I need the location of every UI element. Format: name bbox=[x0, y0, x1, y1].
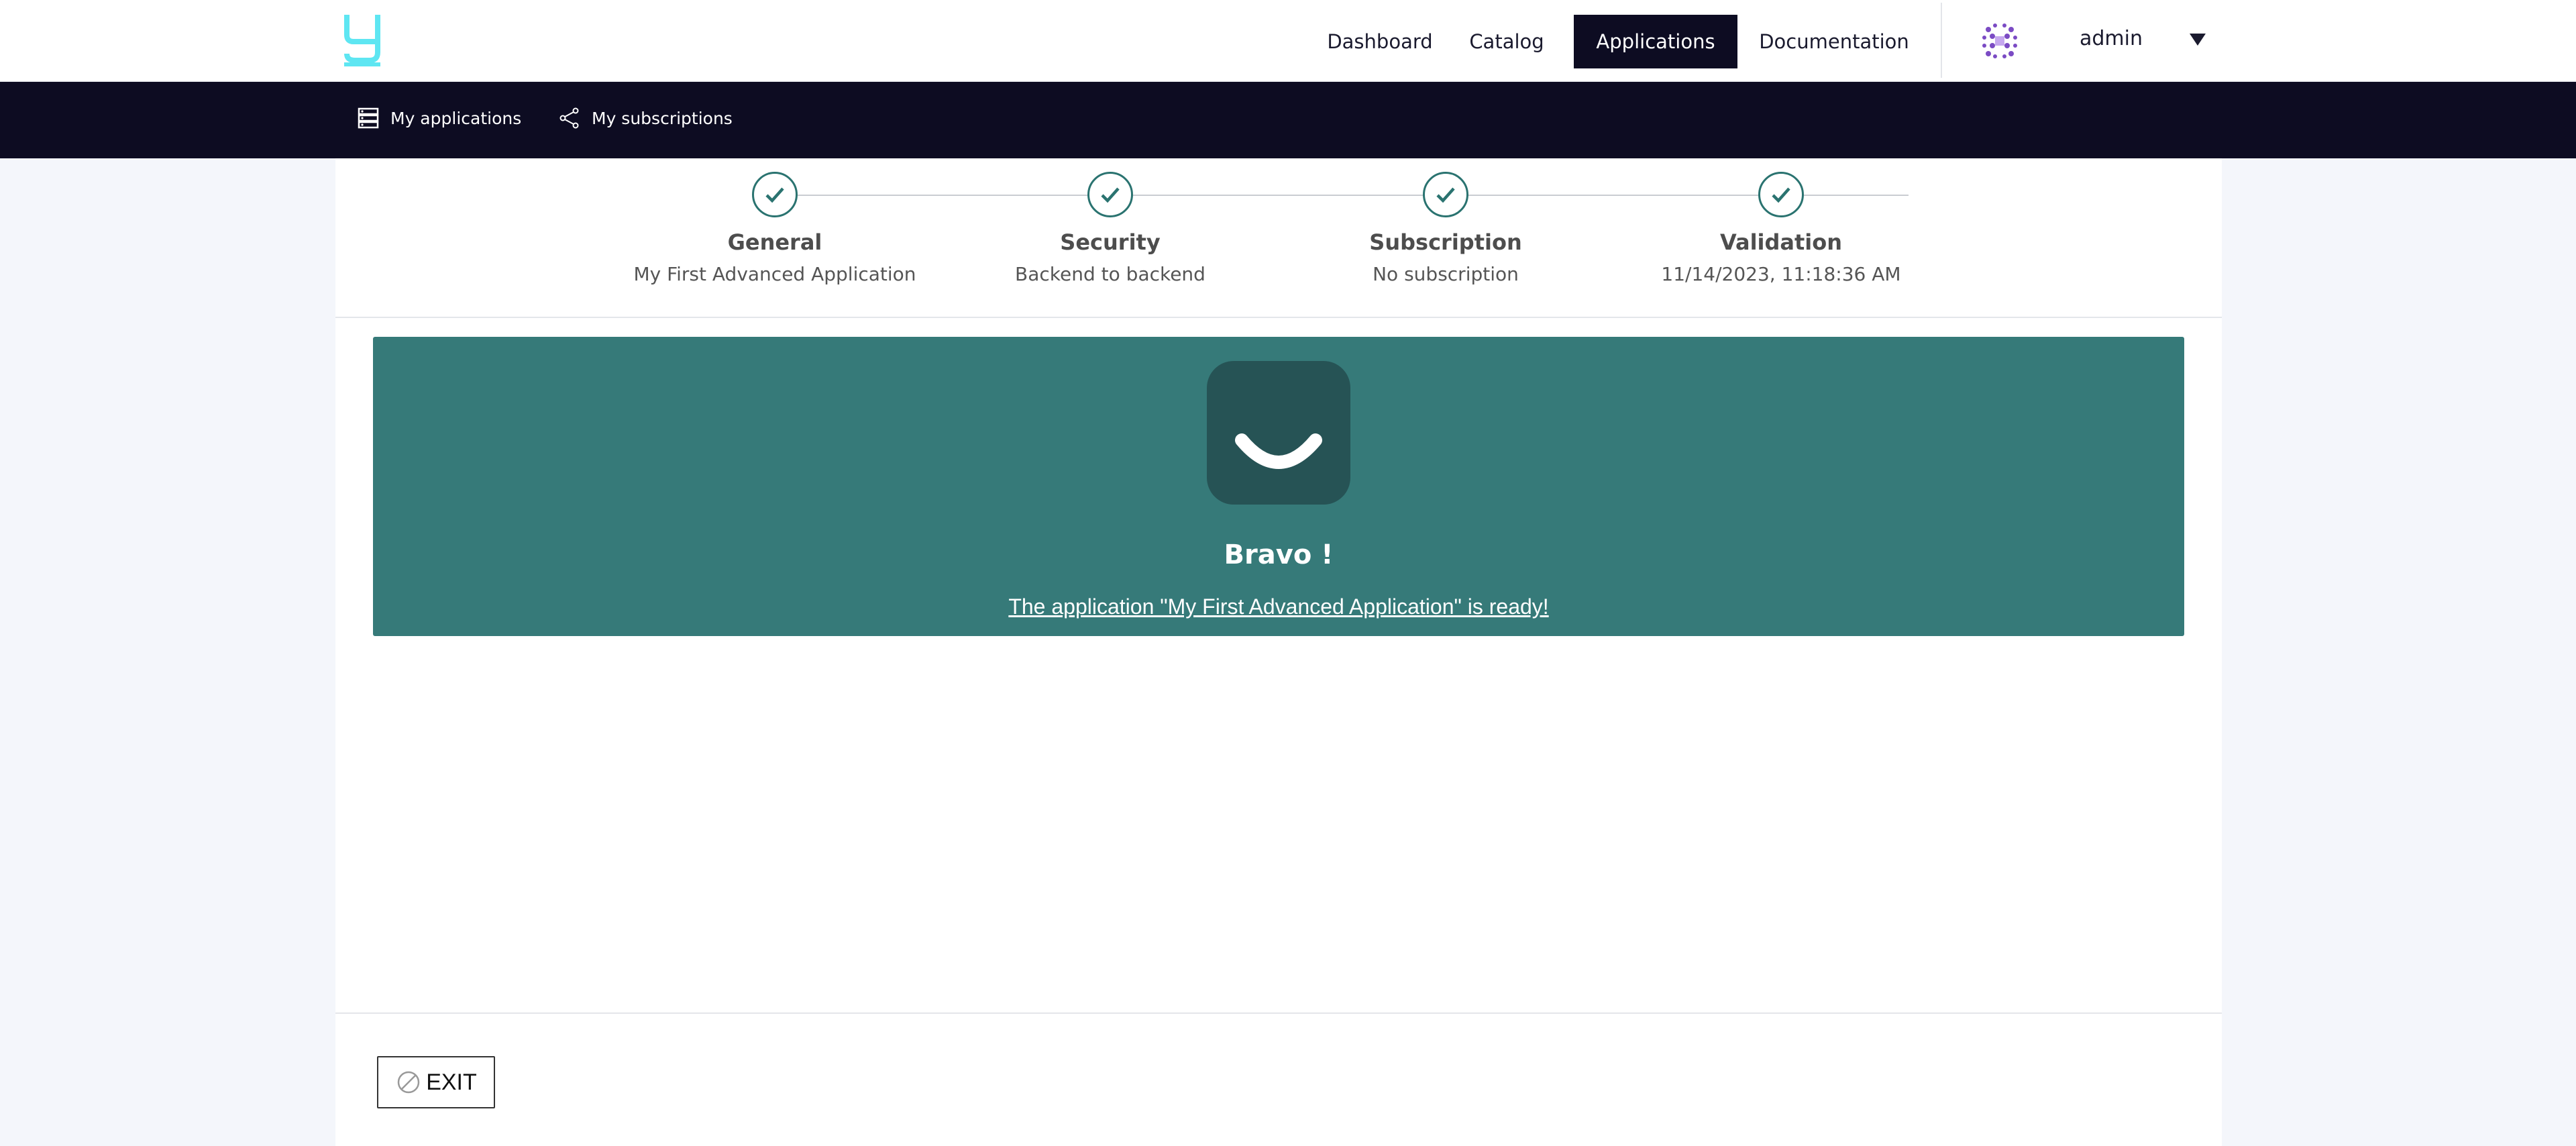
step-subtitle: Backend to backend bbox=[1015, 263, 1205, 285]
step-done-indicator bbox=[1423, 172, 1468, 217]
step-subtitle: No subscription bbox=[1373, 263, 1519, 285]
success-banner: Bravo ! The application "My First Advanc… bbox=[373, 337, 2184, 636]
avatar[interactable] bbox=[1979, 20, 2021, 62]
smile-icon bbox=[1207, 361, 1350, 505]
sub-navigation: My applications My subscriptions bbox=[0, 82, 2576, 158]
nav-applications[interactable]: Applications bbox=[1574, 15, 1737, 68]
step-title: Security bbox=[1060, 229, 1161, 255]
step-title: Validation bbox=[1719, 229, 1843, 255]
step-general[interactable]: General My First Advanced Application bbox=[607, 172, 943, 285]
share-icon bbox=[559, 107, 579, 129]
step-done-indicator bbox=[1087, 172, 1133, 217]
step-title: Subscription bbox=[1369, 229, 1522, 255]
user-name[interactable]: admin bbox=[2080, 27, 2143, 50]
creation-stepper: General My First Advanced Application Se… bbox=[335, 158, 2222, 318]
check-icon bbox=[1436, 187, 1455, 203]
footer-divider bbox=[335, 1012, 2222, 1014]
application-creation-card: General My First Advanced Application Se… bbox=[335, 158, 2222, 1146]
nav-dashboard[interactable]: Dashboard bbox=[1305, 15, 1455, 68]
chevron-down-icon[interactable] bbox=[2188, 32, 2207, 47]
subnav-my-subscriptions[interactable]: My subscriptions bbox=[558, 107, 733, 129]
cancel-circle-icon bbox=[397, 1071, 420, 1094]
gravitee-logo-icon[interactable] bbox=[340, 12, 386, 68]
exit-label: EXIT bbox=[426, 1069, 477, 1095]
step-validation[interactable]: Validation 11/14/2023, 11:18:36 AM bbox=[1613, 172, 1949, 285]
step-security[interactable]: Security Backend to backend bbox=[943, 172, 1278, 285]
top-header: Dashboard Catalog Applications Documenta… bbox=[0, 0, 2576, 82]
nav-documentation[interactable]: Documentation bbox=[1754, 15, 1915, 68]
server-icon bbox=[358, 107, 379, 129]
nav-catalog[interactable]: Catalog bbox=[1460, 15, 1554, 68]
check-icon bbox=[1772, 187, 1790, 203]
check-icon bbox=[1101, 187, 1120, 203]
subnav-my-applications[interactable]: My applications bbox=[357, 107, 521, 129]
step-title: General bbox=[727, 229, 822, 255]
step-subtitle: My First Advanced Application bbox=[633, 263, 916, 285]
step-subtitle: 11/14/2023, 11:18:36 AM bbox=[1661, 263, 1901, 285]
success-message-link[interactable]: The application "My First Advanced Appli… bbox=[373, 594, 2184, 619]
subnav-label: My subscriptions bbox=[592, 108, 733, 128]
step-done-indicator bbox=[752, 172, 798, 217]
step-subscription[interactable]: Subscription No subscription bbox=[1278, 172, 1613, 285]
check-icon bbox=[765, 187, 784, 203]
nav-divider bbox=[1941, 3, 1942, 78]
success-title: Bravo ! bbox=[1224, 539, 1334, 570]
step-done-indicator bbox=[1758, 172, 1804, 217]
subnav-label: My applications bbox=[390, 108, 522, 128]
exit-button[interactable]: EXIT bbox=[377, 1056, 495, 1108]
